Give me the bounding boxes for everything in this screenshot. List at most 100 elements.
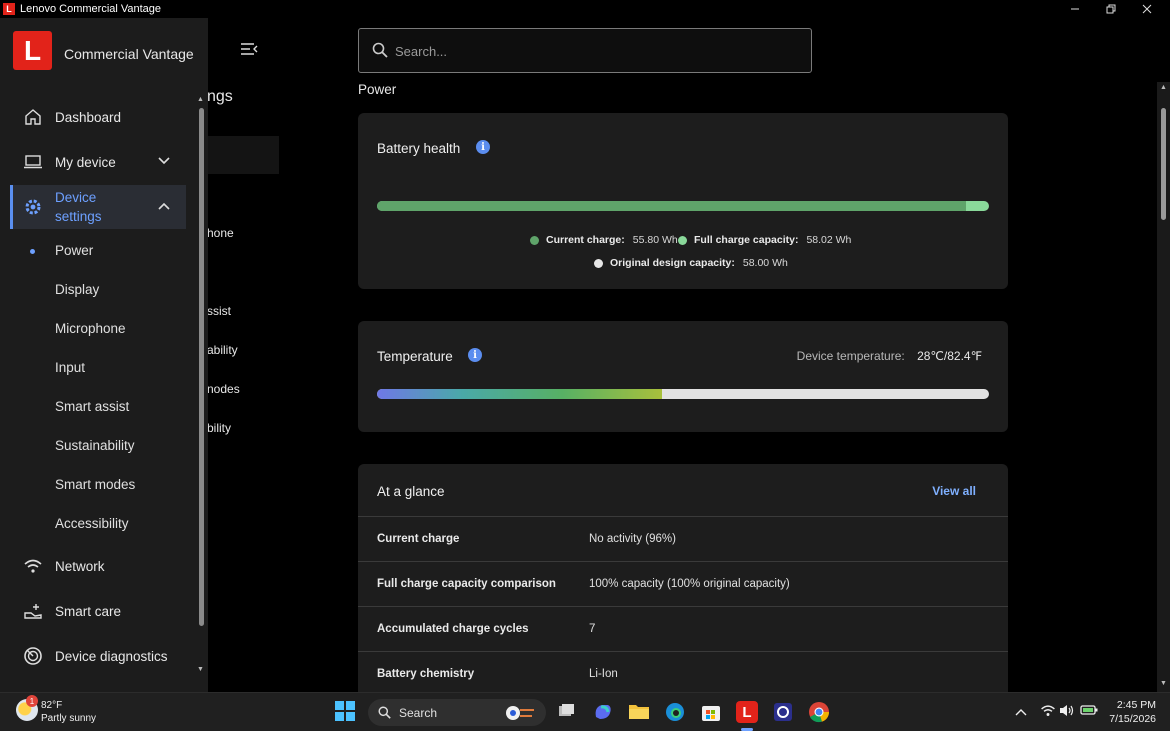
sub-item-smart-modes[interactable]: Smart modes: [55, 477, 135, 492]
scroll-up-arrow-icon[interactable]: ▲: [1160, 84, 1167, 91]
view-all-link[interactable]: View all: [932, 484, 976, 498]
main-scrollbar[interactable]: ▲ ▼: [1157, 82, 1170, 692]
nav-smart-care[interactable]: Smart care: [10, 589, 186, 633]
main-scroll-thumb[interactable]: [1161, 108, 1166, 220]
battery-health-bar: [377, 201, 989, 211]
chrome-browser-icon[interactable]: [808, 701, 830, 723]
nav-label: My device: [55, 154, 116, 170]
volume-icon[interactable]: [1059, 704, 1075, 720]
info-icon[interactable]: i: [476, 140, 490, 154]
nav-dashboard[interactable]: Dashboard: [10, 95, 186, 139]
close-icon: [1142, 4, 1152, 14]
search-box[interactable]: [358, 28, 812, 73]
smart-care-icon: [22, 600, 44, 622]
battery-current-fill: [377, 201, 966, 211]
row-value: Li-Ion: [589, 668, 618, 680]
search-icon: [372, 42, 388, 63]
nav-my-device[interactable]: My device: [10, 140, 186, 184]
sub-item-power[interactable]: Power: [55, 243, 93, 258]
background-item: bility: [207, 421, 232, 435]
battery-health-card: Battery health i Current charge: 55.80 W…: [358, 113, 1008, 289]
legend-value: 55.80 Wh: [632, 234, 678, 246]
sub-item-input[interactable]: Input: [55, 360, 85, 375]
file-explorer-icon[interactable]: [628, 701, 650, 723]
scroll-down-arrow-icon[interactable]: ▼: [1160, 680, 1167, 687]
sub-item-display[interactable]: Display: [55, 282, 99, 297]
task-view-icon[interactable]: [556, 701, 578, 723]
sub-item-microphone[interactable]: Microphone: [55, 321, 126, 336]
row-value: No activity (96%): [589, 533, 676, 545]
background-item: ssist: [207, 304, 231, 318]
scroll-up-arrow-icon[interactable]: ▲: [197, 96, 204, 103]
sidebar-scrollbar[interactable]: ▲ ▼: [197, 96, 205, 678]
row-key: Accumulated charge cycles: [377, 623, 529, 635]
start-button[interactable]: [335, 701, 357, 723]
table-row: Full charge capacity comparison 100% cap…: [358, 562, 1008, 607]
search-input[interactable]: [395, 39, 795, 63]
partly-sunny-icon: 1: [16, 695, 38, 721]
taskbar-clock[interactable]: 2:45 PM 7/15/2026: [1109, 698, 1156, 726]
chevron-up-icon: [158, 201, 170, 213]
weather-widget[interactable]: 1 82°F Partly sunny: [16, 695, 97, 725]
nav-label: Device settings: [55, 190, 102, 224]
microsoft-store-icon[interactable]: [700, 701, 722, 723]
home-icon: [22, 106, 44, 128]
sub-item-sustainability[interactable]: Sustainability: [55, 438, 135, 453]
nav-network[interactable]: Network: [10, 544, 186, 588]
background-selected-item: [207, 136, 279, 174]
close-button[interactable]: [1129, 0, 1165, 18]
temperature-card: Temperature i Device temperature: 28℃/82…: [358, 321, 1008, 432]
restore-icon: [1106, 4, 1116, 14]
nav-label: Network: [55, 558, 105, 574]
card-title: Temperature: [377, 349, 453, 364]
legend-dot: [530, 235, 539, 245]
sub-item-smart-assist[interactable]: Smart assist: [55, 399, 129, 414]
edge-browser-icon[interactable]: [664, 701, 686, 723]
nav-label: Device diagnostics: [55, 648, 168, 664]
nav-device-settings[interactable]: Device settings: [10, 185, 186, 229]
chevron-down-icon: [158, 156, 170, 168]
legend-dot: [678, 235, 687, 245]
wifi-status-icon[interactable]: [1040, 704, 1056, 720]
temperature-label: Device temperature:: [796, 349, 905, 363]
lenovo-vantage-taskbar-icon[interactable]: L: [736, 701, 758, 723]
sub-item-accessibility[interactable]: Accessibility: [55, 516, 129, 531]
restore-button[interactable]: [1093, 0, 1129, 18]
row-value: 100% capacity (100% original capacity): [589, 578, 790, 590]
temperature-value: 28℃/82.4℉: [917, 349, 982, 363]
at-a-glance-card: At a glance View all Current charge No a…: [358, 464, 1008, 704]
background-heading: ngs: [207, 88, 233, 105]
scroll-down-arrow-icon[interactable]: ▼: [197, 666, 204, 673]
table-row: Accumulated charge cycles 7: [358, 607, 1008, 652]
laptop-icon: [22, 151, 44, 173]
weather-temperature: 82°F: [41, 700, 63, 711]
nav-device-diagnostics[interactable]: Device diagnostics: [10, 634, 186, 678]
app-icon[interactable]: [772, 701, 794, 723]
row-key: Current charge: [377, 533, 460, 545]
card-title: Battery health: [377, 141, 461, 156]
collapse-menu-button[interactable]: [240, 42, 260, 58]
battery-icon[interactable]: [1080, 704, 1098, 719]
sidebar-scroll-thumb[interactable]: [199, 108, 204, 626]
row-key: Full charge capacity comparison: [377, 578, 556, 590]
lenovo-logo: L: [13, 31, 52, 70]
minimize-button[interactable]: [1057, 0, 1093, 18]
temperature-bar: [377, 389, 989, 399]
background-item: ability: [207, 343, 238, 357]
table-row: Current charge No activity (96%): [358, 517, 1008, 562]
active-indicator-dot: [30, 249, 35, 254]
chevron-up-icon[interactable]: [1015, 705, 1027, 719]
taskbar-search[interactable]: Search: [368, 699, 546, 726]
table-row: Battery chemistry Li-Ion: [358, 652, 1008, 697]
background-item: hone: [207, 226, 234, 240]
weather-description: Partly sunny: [41, 713, 97, 724]
window-title: Lenovo Commercial Vantage: [20, 3, 162, 15]
background-item: nodes: [207, 382, 240, 396]
legend-current-charge: Current charge: 55.80 Wh: [530, 234, 678, 246]
row-value: 7: [589, 623, 596, 635]
info-icon[interactable]: i: [468, 348, 482, 362]
title-bar: L Lenovo Commercial Vantage: [0, 0, 1170, 18]
search-highlight-icon: [506, 705, 534, 720]
legend-dot: [594, 258, 603, 268]
copilot-m365-icon[interactable]: [592, 701, 614, 723]
